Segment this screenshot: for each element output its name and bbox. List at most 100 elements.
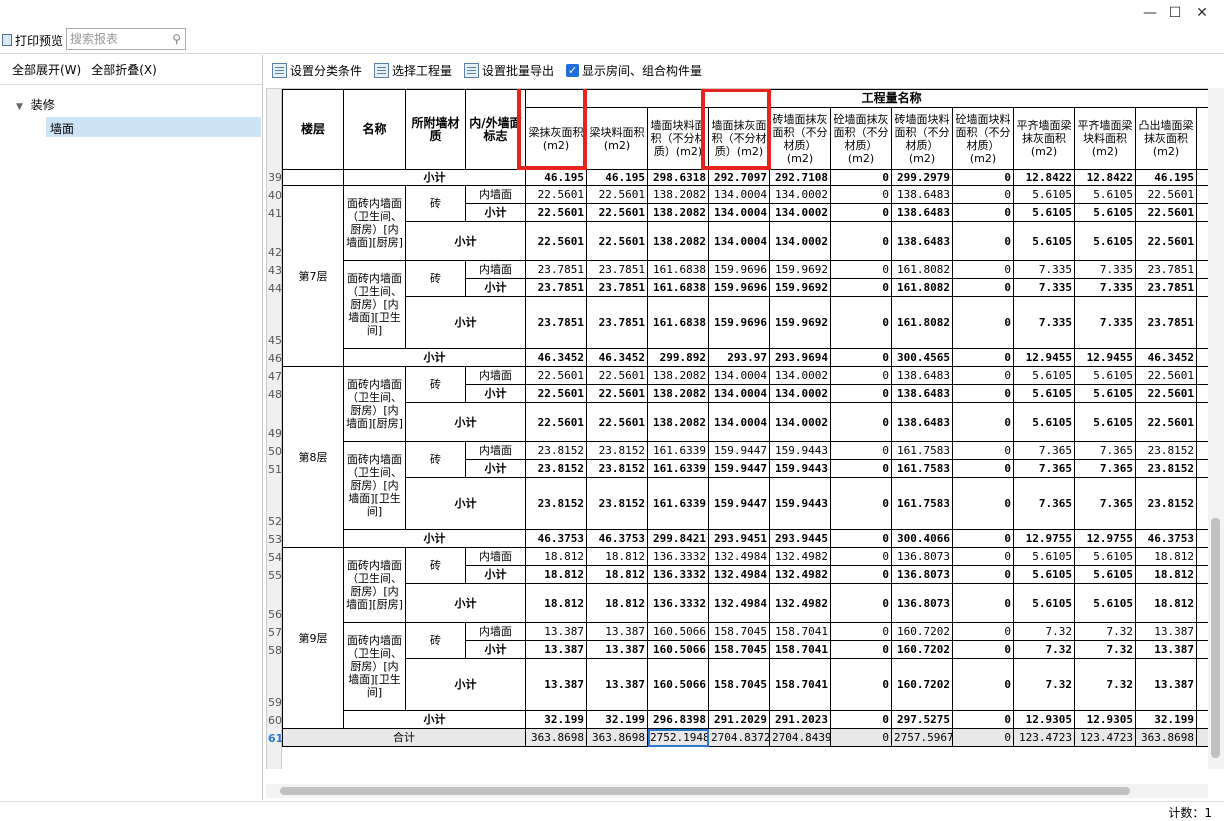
in-out-cell[interactable]: 内墙面 <box>465 622 526 641</box>
value-cell[interactable]: 7.32 <box>1074 658 1136 711</box>
row-number[interactable]: 53 <box>267 533 282 546</box>
value-cell[interactable]: 12.8422 <box>1013 169 1075 186</box>
value-cell[interactable]: 138.6483 <box>891 221 953 261</box>
value-cell[interactable]: 160.7202 <box>891 640 953 659</box>
value-cell[interactable]: 5.6105 <box>1074 583 1136 623</box>
table-row[interactable]: 小计 18.812 18.812 136.3332 132.4984 132.4982 0 1… <box>283 583 1208 623</box>
header-col[interactable]: 梁抹灰面积(m2) <box>525 107 587 170</box>
value-cell[interactable]: 22.5601 <box>1135 384 1197 403</box>
select-quantity-button[interactable]: 选择工程量 <box>374 62 452 79</box>
value-cell[interactable]: 0 <box>830 529 892 548</box>
value-cell[interactable]: 7.335 <box>1013 296 1075 349</box>
value-cell[interactable]: 0 <box>830 728 892 747</box>
header-group[interactable]: 工程量名称 <box>524 89 1208 108</box>
value-cell[interactable]: 46.3753 <box>586 529 648 548</box>
value-cell[interactable]: 18.812 <box>586 547 648 566</box>
subtotal-label[interactable]: 小计 <box>405 402 526 442</box>
value-cell[interactable]: 5.6105 <box>1074 185 1136 204</box>
value-cell[interactable]: 293.9694 <box>769 348 831 367</box>
value-cell[interactable]: 0 <box>830 384 892 403</box>
header-col[interactable]: 凸 <box>1195 107 1208 170</box>
value-cell[interactable]: 138.6483 <box>891 366 953 385</box>
value-cell[interactable]: 13.387 <box>1135 640 1197 659</box>
value-cell[interactable]: 161.8082 <box>891 296 953 349</box>
value-cell[interactable]: 293.97 <box>708 348 770 367</box>
value-cell[interactable]: 2 <box>1195 477 1208 530</box>
value-cell[interactable]: 132.4984 <box>708 583 770 623</box>
value-cell[interactable]: 0 <box>952 477 1014 530</box>
value-cell[interactable]: 22.5601 <box>1135 366 1197 385</box>
horizontal-scroll-thumb[interactable] <box>280 787 1130 795</box>
material-cell[interactable]: 砖 <box>405 441 466 478</box>
value-cell[interactable]: 12.9305 <box>1074 710 1136 729</box>
value-cell[interactable]: 0 <box>830 402 892 442</box>
table-row[interactable]: 第8层 面砖内墙面（卫生间、厨房）[内墙面][厨房] 砖内墙面 22.5601 22.5… <box>282 366 1208 548</box>
vertical-scroll-thumb[interactable] <box>1211 518 1220 758</box>
value-cell[interactable]: 7.365 <box>1013 459 1075 478</box>
value-cell[interactable]: 0 <box>952 278 1014 297</box>
value-cell[interactable]: 2757.5967 <box>891 728 953 747</box>
value-cell[interactable]: 22.5601 <box>1135 221 1197 261</box>
header-col[interactable]: 砼墙面块料面积（不分材质）(m2) <box>952 107 1014 170</box>
value-cell[interactable]: 0 <box>952 658 1014 711</box>
value-cell[interactable]: 12.9305 <box>1013 710 1075 729</box>
value-cell[interactable]: 22.5601 <box>586 203 648 222</box>
table-row[interactable]: 小计 23.7851 23.7851 161.6838 159.9696 159.9692… <box>283 296 1208 349</box>
value-cell[interactable]: 4 <box>1195 529 1208 548</box>
value-cell[interactable]: 0 <box>830 640 892 659</box>
value-cell[interactable]: 2 <box>1195 710 1208 729</box>
value-cell[interactable]: 0 <box>952 640 1014 659</box>
value-cell[interactable]: 291.2029 <box>708 710 770 729</box>
value-cell[interactable]: 159.9443 <box>769 459 831 478</box>
row-number[interactable]: 45 <box>267 334 282 347</box>
value-cell[interactable]: 2 <box>1195 278 1208 297</box>
value-cell[interactable]: 160.7202 <box>891 622 953 641</box>
value-cell[interactable]: 2 <box>1195 296 1208 349</box>
value-cell[interactable]: 23.7851 <box>1135 260 1197 279</box>
value-cell[interactable]: 7.365 <box>1074 477 1136 530</box>
value-cell[interactable]: 134.0002 <box>769 221 831 261</box>
value-cell[interactable]: 300.4066 <box>891 529 953 548</box>
value-cell[interactable]: 296.8398 <box>647 710 709 729</box>
value-cell[interactable]: 2752.1948 <box>647 728 709 747</box>
value-cell[interactable]: 160.5066 <box>647 622 709 641</box>
material-cell[interactable]: 砖 <box>405 366 466 403</box>
value-cell[interactable]: 2 <box>1195 441 1208 460</box>
value-cell[interactable]: 1 <box>1195 658 1208 711</box>
value-cell[interactable]: 18.812 <box>1135 547 1197 566</box>
row-number[interactable]: 52 <box>267 515 282 528</box>
value-cell[interactable]: 161.6339 <box>647 459 709 478</box>
horizontal-scrollbar[interactable] <box>266 784 1208 798</box>
value-cell[interactable]: 5.6105 <box>1074 547 1136 566</box>
value-cell[interactable]: 5.6105 <box>1074 402 1136 442</box>
value-cell[interactable]: 132.4984 <box>708 547 770 566</box>
value-cell[interactable]: 0 <box>830 366 892 385</box>
value-cell[interactable]: 23.8152 <box>586 459 648 478</box>
value-cell[interactable]: 123.4723 <box>1013 728 1075 747</box>
header-col[interactable]: 砖墙面抹灰面积（不分材质）(m2) <box>769 107 831 170</box>
value-cell[interactable]: 46.3753 <box>525 529 587 548</box>
material-cell[interactable]: 砖 <box>405 260 466 297</box>
value-cell[interactable]: 0 <box>952 583 1014 623</box>
value-cell[interactable]: 13.387 <box>586 622 648 641</box>
value-cell[interactable]: 134.0004 <box>708 384 770 403</box>
value-cell[interactable]: 123.4723 <box>1074 728 1136 747</box>
value-cell[interactable]: 13.387 <box>586 640 648 659</box>
material-cell[interactable]: 砖 <box>405 547 466 584</box>
value-cell[interactable]: 159.9696 <box>708 260 770 279</box>
value-cell[interactable]: 2 <box>1195 384 1208 403</box>
value-cell[interactable]: 0 <box>830 622 892 641</box>
value-cell[interactable]: 132.4982 <box>769 547 831 566</box>
value-cell[interactable]: 0 <box>952 547 1014 566</box>
value-cell[interactable]: 136.3332 <box>647 547 709 566</box>
minimize-icon[interactable]: — <box>1138 3 1162 23</box>
row-number[interactable]: 61 <box>267 732 283 745</box>
value-cell[interactable]: 7.32 <box>1074 622 1136 641</box>
value-cell[interactable]: 22.5601 <box>1135 185 1197 204</box>
value-cell[interactable]: 134.0002 <box>769 185 831 204</box>
value-cell[interactable]: 7.365 <box>1074 441 1136 460</box>
header-col[interactable]: 墙面抹灰面积（不分材质）(m2) <box>708 107 770 170</box>
value-cell[interactable]: 18.812 <box>586 565 648 584</box>
value-cell[interactable]: 134.0004 <box>708 203 770 222</box>
value-cell[interactable]: 0 <box>952 296 1014 349</box>
